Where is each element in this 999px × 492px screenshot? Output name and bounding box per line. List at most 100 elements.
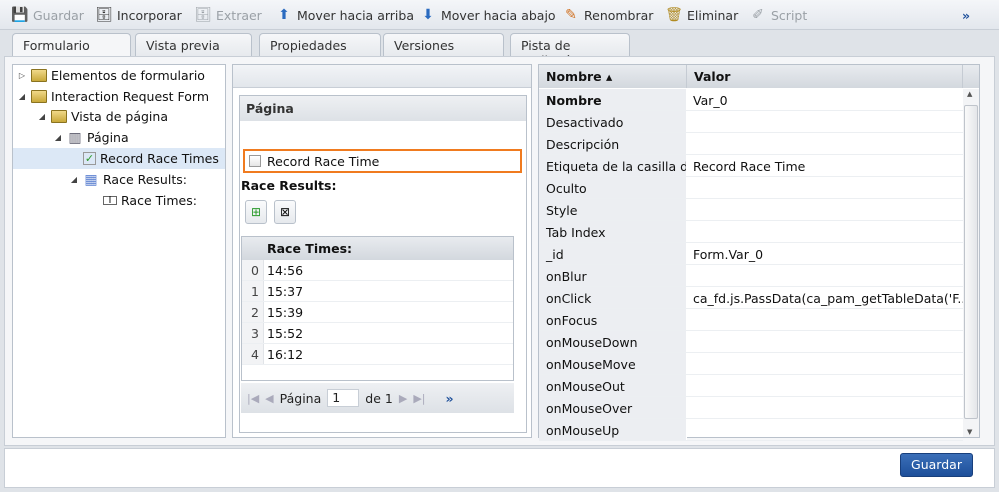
pager-more-button[interactable]: » [445,391,453,406]
property-value[interactable] [687,133,963,154]
column-header-nombre[interactable]: Nombre ▴ [539,65,687,88]
delete-button[interactable]: 🗑 Eliminar [665,6,738,24]
property-name: onMouseOut [539,375,687,396]
script-button[interactable]: ✐ Script [750,6,807,24]
save-button[interactable]: Guardar [900,453,973,477]
property-row[interactable]: onClick ca_fd.js.PassData(ca_pam_getTable… [539,287,963,309]
next-page-icon[interactable]: ▶ [399,392,407,405]
form-folder-icon [31,90,47,103]
move-down-button[interactable]: ⬇ Mover hacia abajo [420,6,555,24]
property-row[interactable]: onMouseOver [539,397,963,419]
property-row[interactable]: onMouseMove [539,353,963,375]
property-value[interactable] [687,375,963,396]
property-value[interactable]: Var_0 [687,89,963,110]
column-header-valor[interactable]: Valor [687,65,963,88]
property-row[interactable]: _id Form.Var_0 [539,243,963,265]
table-row[interactable]: 0 14:56 [242,260,513,281]
property-value[interactable] [687,331,963,352]
record-race-time-checkbox-field[interactable]: Record Race Time [243,149,522,173]
collapse-icon[interactable]: ◢ [37,112,47,121]
property-row[interactable]: onMouseUp [539,419,963,441]
checkbox[interactable] [249,155,261,167]
tab-pista-auditoria[interactable]: Pista de auditoría [510,33,630,68]
table-row[interactable]: 1 15:37 [242,281,513,302]
page-view-folder-icon [51,110,67,123]
collapse-icon[interactable]: ◢ [69,175,79,184]
tree-node-form[interactable]: ◢ Interaction Request Form [13,86,225,107]
property-value[interactable] [687,353,963,374]
page-number-input[interactable]: 1 [327,389,360,407]
table-row[interactable]: 2 15:39 [242,302,513,323]
last-page-icon[interactable]: ▶| [413,392,425,405]
property-value[interactable] [687,199,963,220]
property-value[interactable] [687,419,963,440]
trash-icon: 🗑 [665,7,683,23]
tree-node-pagina[interactable]: ◢ ▥ Página [13,127,225,148]
move-up-button[interactable]: ⬆ Mover hacia arriba [276,6,414,24]
tab-formulario[interactable]: Formulario [12,33,131,58]
folder-icon [31,69,47,82]
property-row[interactable]: onFocus [539,309,963,331]
race-results-label: Race Results: [241,178,337,193]
scroll-down-icon[interactable]: ▼ [967,428,972,436]
property-value[interactable]: Form.Var_0 [687,243,963,264]
property-name: onClick [539,287,687,308]
property-value[interactable] [687,309,963,330]
delete-row-icon: ⊠ [279,205,291,219]
property-row[interactable]: Desactivado [539,111,963,133]
property-row[interactable]: onBlur [539,265,963,287]
add-row-button[interactable]: ⊞ [245,200,267,224]
page-layout-icon: ▥ [68,129,82,146]
property-value[interactable]: ca_fd.js.PassData(ca_pam_getTableData('F… [687,287,963,308]
collapse-icon[interactable]: ◢ [17,92,27,101]
arrow-down-icon: ⬇ [422,7,434,23]
expand-icon[interactable]: ▷ [17,71,27,80]
scroll-up-icon[interactable]: ▲ [967,90,972,98]
property-row[interactable]: Descripción [539,133,963,155]
property-value[interactable]: Record Race Time [687,155,963,176]
toolbar: 💾 Guardar 🗄 Incorporar 🗄 Extraer ⬆ Mover hac… [0,0,999,30]
tab-vista-previa[interactable]: Vista previa [135,33,252,57]
tree-node-record-race-times[interactable]: ✓ Record Race Times [13,148,225,169]
pager: |◀ ◀ Página 1 de 1 ▶ ▶| » [241,383,514,413]
tree-node-race-results[interactable]: ◢ ▦ Race Results: [13,169,225,190]
tab-propiedades[interactable]: Propiedades [259,33,381,57]
first-page-icon[interactable]: |◀ [247,392,259,405]
property-value[interactable] [687,265,963,286]
textfield-icon: I [103,195,117,206]
property-value[interactable] [687,177,963,198]
tree-node-vista[interactable]: ◢ Vista de página [13,106,225,127]
delete-row-button[interactable]: ⊠ [274,200,296,224]
property-name: onBlur [539,265,687,286]
table-row[interactable]: 4 16:12 [242,344,513,365]
incorporate-button[interactable]: 🗄 Incorporar [95,6,182,24]
property-value[interactable] [687,111,963,132]
save-toolbar-button[interactable]: 💾 Guardar [11,6,84,24]
prev-page-icon[interactable]: ◀ [265,392,273,405]
extract-button[interactable]: 🗄 Extraer [194,6,262,24]
property-value[interactable] [687,397,963,418]
scrollbar[interactable]: ▲ ▼ [963,89,979,437]
property-value[interactable] [687,221,963,242]
property-row[interactable]: Oculto [539,177,963,199]
rename-button[interactable]: ✎ Renombrar [563,6,653,24]
tree-node-race-times[interactable]: I Race Times: [13,190,225,211]
property-name: onFocus [539,309,687,330]
tab-bar: Formulario Vista previa Propiedades Vers… [0,30,999,68]
property-row[interactable]: Nombre Var_0 [539,89,963,111]
scrollbar-thumb[interactable] [964,105,978,419]
tree-node-elementos[interactable]: ▷ Elementos de formulario [13,65,225,86]
table-row[interactable]: 3 15:52 [242,323,513,344]
collapse-icon[interactable]: ◢ [53,133,63,142]
property-row[interactable]: onMouseDown [539,331,963,353]
property-row[interactable]: onMouseOut [539,375,963,397]
property-row[interactable]: Etiqueta de la casilla d... Record Race T… [539,155,963,177]
more-toolbar-button[interactable]: » [962,6,970,24]
column-header-race-times[interactable]: Race Times: [242,237,513,260]
property-row[interactable]: Tab Index [539,221,963,243]
property-name: onMouseMove [539,353,687,374]
tab-versiones[interactable]: Versiones [383,33,504,57]
table-icon: ▦ [84,171,98,188]
property-row[interactable]: Style [539,199,963,221]
property-name: Desactivado [539,111,687,132]
